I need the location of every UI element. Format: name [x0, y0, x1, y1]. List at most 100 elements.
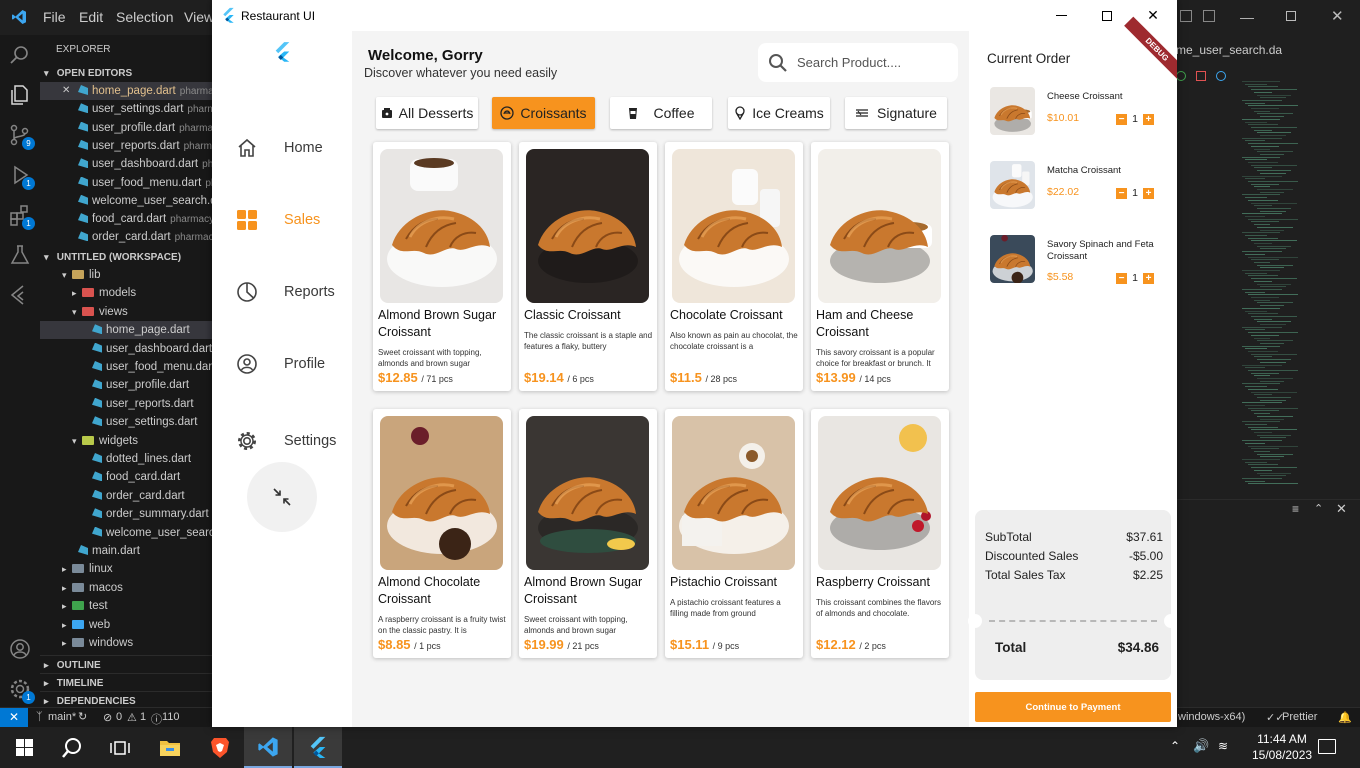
vscode-minimize-icon[interactable]: — [1240, 9, 1254, 25]
tray-chevron-icon[interactable]: ⌃ [1170, 739, 1180, 753]
open-editor-item[interactable]: welcome_user_search.dart [40, 192, 212, 210]
menu-view[interactable]: View [184, 9, 214, 25]
product-card[interactable]: Pistachio Croissant A pistachio croissant… [665, 409, 803, 658]
vscode-restore-icon[interactable] [1286, 11, 1296, 21]
brave-browser-icon[interactable] [196, 727, 244, 768]
file-explorer-icon[interactable] [146, 727, 194, 768]
app-maximize-button[interactable] [1084, 0, 1130, 31]
wifi-icon[interactable]: ≋ [1218, 739, 1228, 753]
notifications-icon[interactable]: 🔔 [1338, 711, 1352, 724]
close-editor-icon[interactable]: ✕ [62, 82, 70, 100]
search-icon[interactable] [48, 727, 96, 768]
windows-start-icon[interactable] [0, 727, 48, 768]
nav-home[interactable]: Home [236, 133, 352, 163]
warnings-count[interactable]: 1 [140, 711, 146, 723]
decrease-quantity-button[interactable]: − [1116, 187, 1127, 199]
inspect-icon[interactable] [1216, 71, 1226, 81]
errors-icon[interactable]: ⊘ [103, 711, 112, 724]
tree-file[interactable]: welcome_user_search. [40, 524, 212, 542]
problems-count[interactable]: 0 [116, 711, 122, 723]
remote-icon[interactable]: ✕ [0, 708, 28, 727]
product-card[interactable]: Almond Chocolate Croissant A raspberry c… [373, 409, 511, 658]
panel-list-icon[interactable]: ≡ [1292, 502, 1299, 516]
tree-folder[interactable]: ▸ windows [40, 634, 212, 652]
continue-to-payment-button[interactable]: Continue to Payment [975, 692, 1171, 722]
vscode-taskbar-icon[interactable] [244, 727, 292, 768]
nav-sales[interactable]: Sales [236, 205, 352, 235]
decrease-quantity-button[interactable]: − [1116, 272, 1127, 284]
open-editor-item[interactable]: user_food_menu.dartph [40, 174, 212, 192]
device-platform[interactable]: windows-x64) [1178, 711, 1245, 723]
tree-file[interactable]: user_settings.dart [40, 413, 212, 431]
increase-quantity-button[interactable]: + [1143, 272, 1154, 284]
open-editor-item[interactable]: ✕ home_page.dartpharmac [40, 82, 212, 100]
info-count[interactable]: 110 [162, 711, 180, 723]
restart-icon[interactable] [1176, 71, 1186, 81]
stop-icon[interactable] [1196, 71, 1206, 81]
open-editor-item[interactable]: order_card.dartpharmacy [40, 228, 212, 246]
layout-grid-icon[interactable] [1203, 10, 1215, 22]
nav-profile[interactable]: Profile [236, 349, 352, 379]
tree-folder[interactable]: ▸ macos [40, 579, 212, 597]
open-editor-item[interactable]: user_profile.dartpharmac [40, 119, 212, 137]
category-signature[interactable]: Signature [845, 97, 947, 129]
editor-tab[interactable]: me_user_search.da [1176, 39, 1296, 61]
search-icon[interactable] [8, 43, 32, 67]
source-control-icon[interactable]: 9 [8, 123, 35, 150]
panel-close-icon[interactable]: ✕ [1336, 501, 1347, 517]
tree-folder[interactable]: ▾ views [40, 303, 212, 321]
run-debug-icon[interactable]: 1 [8, 163, 35, 190]
category-croissants[interactable]: Croissants [492, 97, 595, 129]
menu-edit[interactable]: Edit [79, 9, 103, 25]
manage-gear-icon[interactable]: 1 [8, 677, 35, 704]
tree-file[interactable]: user_food_menu.dart [40, 358, 212, 376]
nav-settings[interactable]: Settings [236, 426, 352, 456]
tree-file[interactable]: home_page.dart [40, 321, 212, 340]
category-all-desserts[interactable]: All Desserts [376, 97, 478, 129]
tree-file[interactable]: user_dashboard.dart [40, 340, 212, 358]
flutter-outline-icon[interactable] [8, 283, 32, 307]
tree-file[interactable]: order_card.dart [40, 487, 212, 505]
tree-folder[interactable]: ▸ linux [40, 560, 212, 578]
prettier-status[interactable]: Prettier [1282, 711, 1317, 723]
git-branch-icon[interactable]: ᛉ [36, 711, 43, 723]
product-card[interactable]: Almond Brown Sugar Croissant Sweet croiss… [519, 409, 657, 658]
open-editor-item[interactable]: user_settings.dartpharma [40, 100, 212, 118]
menu-selection[interactable]: Selection [116, 9, 174, 25]
tree-file[interactable]: food_card.dart [40, 468, 212, 486]
layout-toggle-icon[interactable] [1180, 10, 1192, 22]
increase-quantity-button[interactable]: + [1143, 113, 1154, 125]
product-card[interactable]: Chocolate Croissant Also known as pain au… [665, 142, 803, 391]
product-card[interactable]: Classic Croissant The classic croissant i… [519, 142, 657, 391]
tree-folder[interactable]: ▾ widgets [40, 432, 212, 450]
tree-file[interactable]: main.dart [40, 542, 212, 560]
menu-file[interactable]: File [43, 9, 66, 25]
dependencies-header[interactable]: ▸ DEPENDENCIES [40, 691, 212, 707]
notification-center-icon[interactable] [1318, 739, 1336, 754]
tree-folder[interactable]: ▸ web [40, 616, 212, 634]
nav-reports[interactable]: Reports [236, 277, 352, 307]
account-icon[interactable] [8, 637, 32, 661]
git-branch[interactable]: main* [48, 711, 76, 723]
collapse-button[interactable] [247, 462, 317, 532]
volume-icon[interactable]: 🔊 [1193, 738, 1209, 754]
tree-folder[interactable]: ▾ lib [40, 266, 212, 284]
open-editor-item[interactable]: user_dashboard.dartpha [40, 155, 212, 173]
warnings-icon[interactable]: ⚠ [127, 711, 137, 724]
category-ice-creams[interactable]: Ice Creams [728, 97, 830, 129]
increase-quantity-button[interactable]: + [1143, 187, 1154, 199]
outline-header[interactable]: ▸ OUTLINE [40, 655, 212, 673]
product-card[interactable]: Raspberry Croissant This croissant combin… [811, 409, 949, 658]
open-editor-item[interactable]: food_card.dartpharmacy_ [40, 210, 212, 228]
taskbar-clock[interactable]: 11:44 AM 15/08/2023 [1252, 731, 1312, 763]
product-card[interactable]: Ham and Cheese Croissant This savory cro… [811, 142, 949, 391]
app-minimize-button[interactable] [1038, 0, 1084, 31]
tree-folder[interactable]: ▸ models [40, 284, 212, 302]
tree-folder[interactable]: ▸ test [40, 597, 212, 615]
panel-maximize-icon[interactable]: ⌃ [1314, 502, 1323, 515]
files-icon[interactable] [8, 83, 32, 107]
extensions-icon[interactable]: 1 [8, 203, 35, 230]
tree-file[interactable]: user_profile.dart [40, 376, 212, 394]
open-editors-header[interactable]: ▾ OPEN EDITORS [40, 64, 212, 82]
timeline-header[interactable]: ▸ TIMELINE [40, 673, 212, 691]
